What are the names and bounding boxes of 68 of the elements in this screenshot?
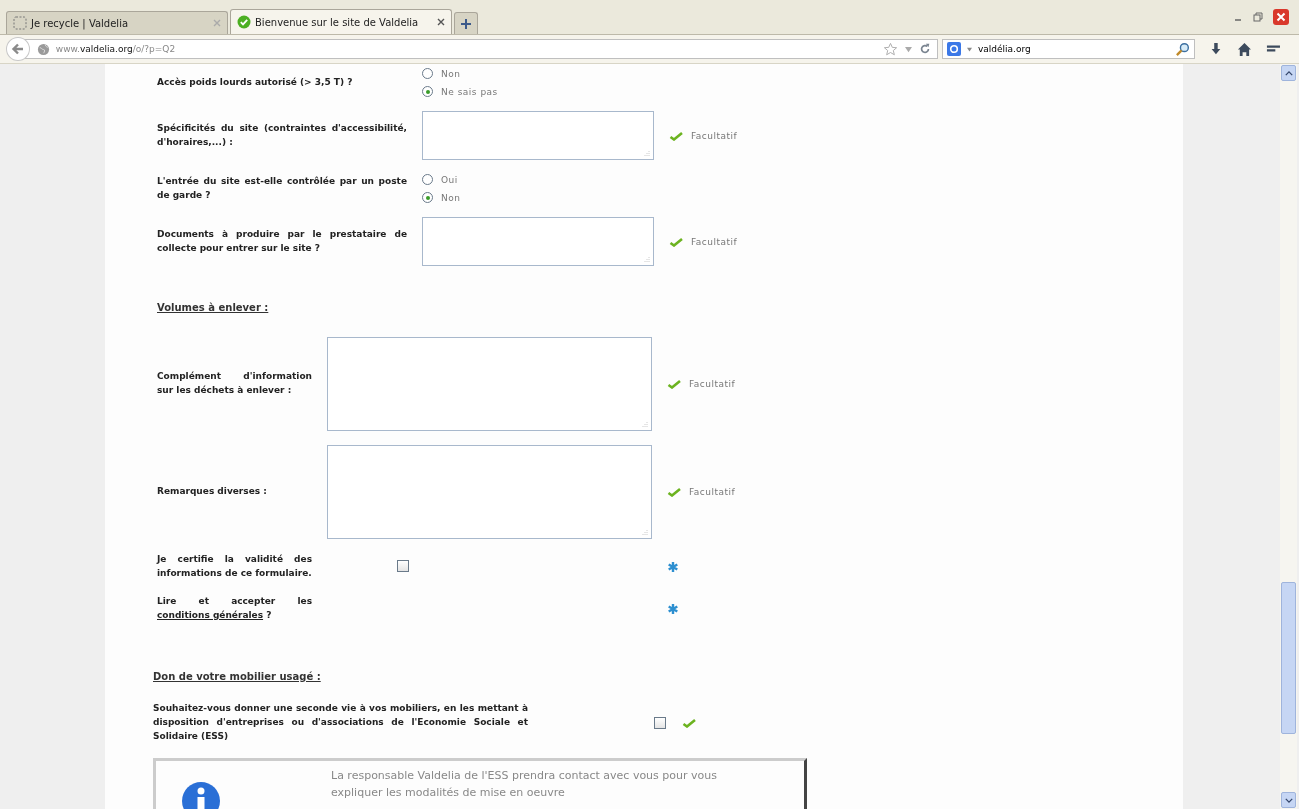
plus-icon [461, 18, 471, 29]
reload-icon[interactable] [918, 43, 931, 55]
field-label: Lire et accepter les conditions générales ? [157, 594, 312, 622]
star-icon[interactable] [882, 41, 898, 57]
option-label: Non [441, 192, 461, 203]
blank-page-icon [13, 16, 27, 30]
back-arrow-icon [9, 41, 26, 57]
close-icon[interactable] [437, 18, 445, 26]
globe-icon [36, 42, 50, 56]
optional-note: Facultatif [691, 130, 738, 141]
field-label: Documents à produire par le prestataire de collecte pour entrer sur le site ? [157, 227, 407, 255]
checkbox[interactable] [397, 560, 409, 573]
field-label: Accès poids lourds autorisé (> 3,5 T) ? [157, 75, 354, 89]
radio-button[interactable] [422, 192, 433, 203]
search-value: valdélia.org [977, 44, 1031, 54]
field-label: Je certifie la validité des informations de ce formulaire. [157, 553, 312, 580]
scrollbar[interactable] [1280, 64, 1297, 809]
field-label: Remarques diverses : [157, 485, 268, 499]
checkmark-icon [667, 487, 681, 497]
field-label: Complément d'information sur les déchets à enlever : [157, 370, 312, 397]
field-label: Souhaitez-vous donner une seconde vie à vos mobiliers, en les mettant à disposition d'entreprises ou d'associations de l'Economie Sociale et Solidaire (ESS) [153, 701, 528, 743]
new-tab-button[interactable] [454, 12, 478, 34]
resize-grip-icon[interactable] [644, 256, 650, 262]
address-bar[interactable]: www.valdelia.org/o/?p=Q2 [23, 39, 938, 59]
checkmark-icon [669, 130, 683, 141]
search-engine-logo-icon [946, 42, 961, 56]
resize-grip-icon[interactable] [642, 529, 648, 535]
resize-grip-icon[interactable] [644, 150, 650, 156]
field-label: L'entrée du site est-elle contrôlée par un poste de garde ? [157, 174, 407, 202]
restore-icon[interactable] [1253, 12, 1263, 22]
browser-tab[interactable]: Je recycle | Valdelia [6, 11, 228, 34]
radio-button[interactable] [422, 68, 433, 79]
arrow-up-icon[interactable] [1284, 70, 1293, 76]
checkmark-icon [669, 236, 683, 247]
close-icon[interactable] [1273, 9, 1289, 25]
back-button[interactable] [6, 37, 30, 61]
search-icon[interactable] [1175, 41, 1191, 57]
checkmark-icon [667, 379, 681, 389]
option-label: Oui [441, 174, 458, 185]
text-area[interactable] [327, 445, 652, 539]
url-text: www.valdelia.org/o/?p=Q2 [55, 44, 176, 54]
info-text: La responsable Valdelia de l'ESS prendra contact avec vous pour vous expliquer les modalités de mise en oeuvre [331, 767, 718, 802]
search-field[interactable]: valdélia.org [941, 39, 1196, 59]
optional-note: Facultatif [689, 379, 736, 389]
tab-title: Je recycle | Valdelia [31, 17, 130, 29]
home-icon[interactable] [1237, 41, 1253, 57]
tab-title: Bienvenue sur le site de Valdelia [255, 16, 420, 28]
conditions-link[interactable]: conditions générales [157, 609, 264, 620]
section-heading: Volumes à enlever : [157, 302, 270, 313]
resize-grip-icon[interactable] [642, 421, 648, 427]
field-label: Spécificités du site (contraintes d'accessibilité, d'horaires,...) : [157, 121, 407, 149]
section-heading: Don de votre mobilier usagé : [153, 670, 322, 682]
checkbox[interactable] [654, 716, 666, 729]
dropdown-arrow-icon[interactable] [903, 45, 913, 53]
browser-tab[interactable]: Bienvenue sur le site de Valdelia [230, 9, 452, 34]
option-label: Ne sais pas [441, 86, 498, 97]
arrow-down-icon[interactable] [1284, 797, 1293, 803]
scrollbar-thumb[interactable] [1281, 582, 1296, 734]
dropdown-arrow-icon[interactable] [965, 46, 973, 52]
optional-note: Facultatif [689, 487, 736, 497]
text-area[interactable] [327, 337, 652, 431]
check-circle-icon [237, 15, 251, 29]
optional-note: Facultatif [691, 236, 738, 247]
option-label: Non [441, 68, 461, 79]
radio-button[interactable] [422, 174, 433, 185]
text-area[interactable] [422, 111, 654, 160]
radio-button[interactable] [422, 86, 433, 97]
text-area[interactable] [422, 217, 654, 266]
